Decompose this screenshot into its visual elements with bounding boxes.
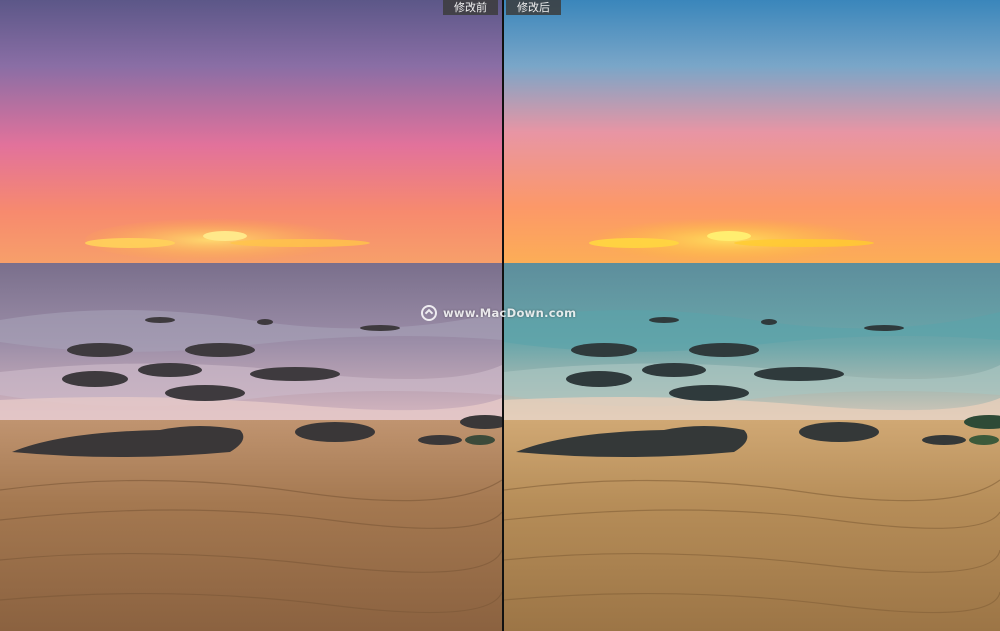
after-beach-sunset-photo bbox=[504, 0, 1000, 631]
after-image-panel bbox=[504, 0, 1000, 631]
before-label: 修改前 bbox=[443, 0, 498, 15]
watermark: www.MacDown.com bbox=[421, 305, 576, 321]
after-label: 修改后 bbox=[506, 0, 561, 15]
macdown-logo-icon bbox=[421, 305, 437, 321]
watermark-text: www.MacDown.com bbox=[443, 306, 577, 320]
